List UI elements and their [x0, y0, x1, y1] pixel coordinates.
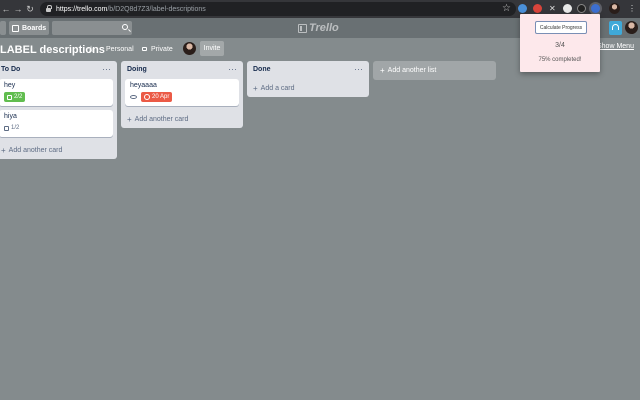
private-visibility-button[interactable]: Private [142, 42, 173, 56]
card[interactable]: hey 2/2 [0, 79, 113, 106]
plus-icon: + [1, 145, 6, 155]
personal-team-button[interactable]: Personal [106, 42, 134, 56]
add-list-label: Add another list [387, 67, 437, 74]
checklist-count: 1/2 [11, 125, 20, 131]
list-menu-icon[interactable]: ··· [228, 64, 237, 74]
card[interactable]: hiya 1/2 [0, 110, 113, 137]
trello-logo-icon [298, 23, 307, 33]
notifications-button[interactable] [609, 21, 622, 35]
card-title: heyaaaa [130, 82, 157, 89]
reload-icon[interactable]: ↻ [24, 3, 36, 15]
clock-icon [144, 94, 150, 100]
plus-icon: + [253, 83, 258, 93]
list-menu-icon[interactable]: ··· [102, 64, 111, 74]
add-card-label: Add another card [134, 115, 189, 123]
card-badges: 20 Apr [130, 92, 234, 102]
extension-icon-blue[interactable] [518, 4, 527, 13]
add-card-button[interactable]: + Add another card [121, 110, 243, 128]
list-menu-icon[interactable]: ··· [354, 64, 363, 74]
trello-logo[interactable]: Trello [298, 21, 339, 35]
list-title[interactable]: Done [253, 66, 271, 73]
lock-visibility-icon [142, 47, 147, 51]
add-list-button[interactable]: + Add another list [373, 61, 496, 80]
lock-icon [46, 5, 52, 12]
checklist-count: 2/2 [14, 94, 23, 100]
home-button[interactable] [0, 21, 6, 35]
trello-logo-text: Trello [309, 22, 339, 34]
progress-percent-text: 75% completed! [538, 57, 582, 63]
extension-icon-white[interactable] [563, 4, 572, 13]
due-date-badge: 20 Apr [141, 92, 173, 102]
url-text: https://trello.com/b/D2Q8d7Z3/label-desc… [56, 5, 206, 13]
profile-avatar[interactable] [609, 3, 620, 14]
list-title[interactable]: Doing [127, 66, 147, 73]
card-title: hiya [4, 113, 17, 120]
invite-button[interactable]: Invite [200, 41, 224, 56]
checklist-badge: 2/2 [4, 92, 26, 102]
checklist-icon [7, 94, 12, 100]
watching-eye-icon [130, 95, 137, 99]
checklist-badge: 1/2 [4, 123, 19, 133]
extension-icon-red[interactable] [533, 4, 542, 13]
private-label: Private [151, 45, 173, 53]
add-card-label: Add another card [8, 146, 63, 154]
list-to-do: To Do ··· hey 2/2 hiya 1/2 + Add another… [0, 61, 117, 159]
browser-menu-icon[interactable]: ⋮ [628, 3, 636, 14]
bookmark-star-icon[interactable]: ☆ [502, 3, 511, 15]
progress-fraction: 3/4 [555, 42, 565, 49]
list-doing: Doing ··· heyaaaa 20 Apr + Add another c… [121, 61, 243, 128]
boards-icon [12, 24, 19, 32]
due-date-text: 20 Apr [152, 94, 170, 100]
progress-extension-popup: Calculate Progress 3/4 75% completed! [520, 14, 600, 72]
back-icon[interactable]: ← [0, 3, 12, 15]
add-card-button[interactable]: + Add another card [0, 141, 117, 159]
boards-button[interactable]: Boards [9, 21, 49, 35]
extension-icon-dark[interactable] [577, 4, 586, 13]
card-title: hey [4, 82, 16, 89]
search-input[interactable] [52, 21, 132, 35]
board-member-avatar[interactable] [183, 42, 196, 55]
star-board-icon[interactable]: ☆ [87, 42, 95, 56]
list-header: Done ··· [247, 61, 369, 79]
extension-x-icon[interactable]: ✕ [549, 3, 556, 14]
add-card-button[interactable]: + Add a card [247, 79, 369, 97]
list-title[interactable]: To Do [1, 66, 20, 73]
card[interactable]: heyaaaa 20 Apr [125, 79, 239, 106]
list-done: Done ··· + Add a card [247, 61, 369, 97]
calculate-progress-button[interactable]: Calculate Progress [535, 21, 587, 34]
plus-icon: + [380, 66, 385, 75]
address-bar[interactable]: https://trello.com/b/D2Q8d7Z3/label-desc… [40, 2, 516, 16]
search-icon [122, 24, 128, 30]
member-avatar[interactable] [625, 21, 638, 34]
add-card-label: Add a card [260, 84, 295, 92]
forward-icon[interactable]: → [12, 3, 24, 15]
show-menu-button[interactable]: Show Menu [597, 43, 634, 50]
plus-icon: + [127, 114, 132, 124]
list-header: To Do ··· [0, 61, 117, 79]
bell-icon [612, 24, 619, 30]
progress-extension-icon[interactable] [591, 4, 600, 13]
checklist-icon [4, 125, 9, 131]
card-badges: 1/2 [4, 123, 108, 133]
card-badges: 2/2 [4, 92, 108, 102]
list-header: Doing ··· [121, 61, 243, 79]
boards-label: Boards [22, 24, 47, 32]
